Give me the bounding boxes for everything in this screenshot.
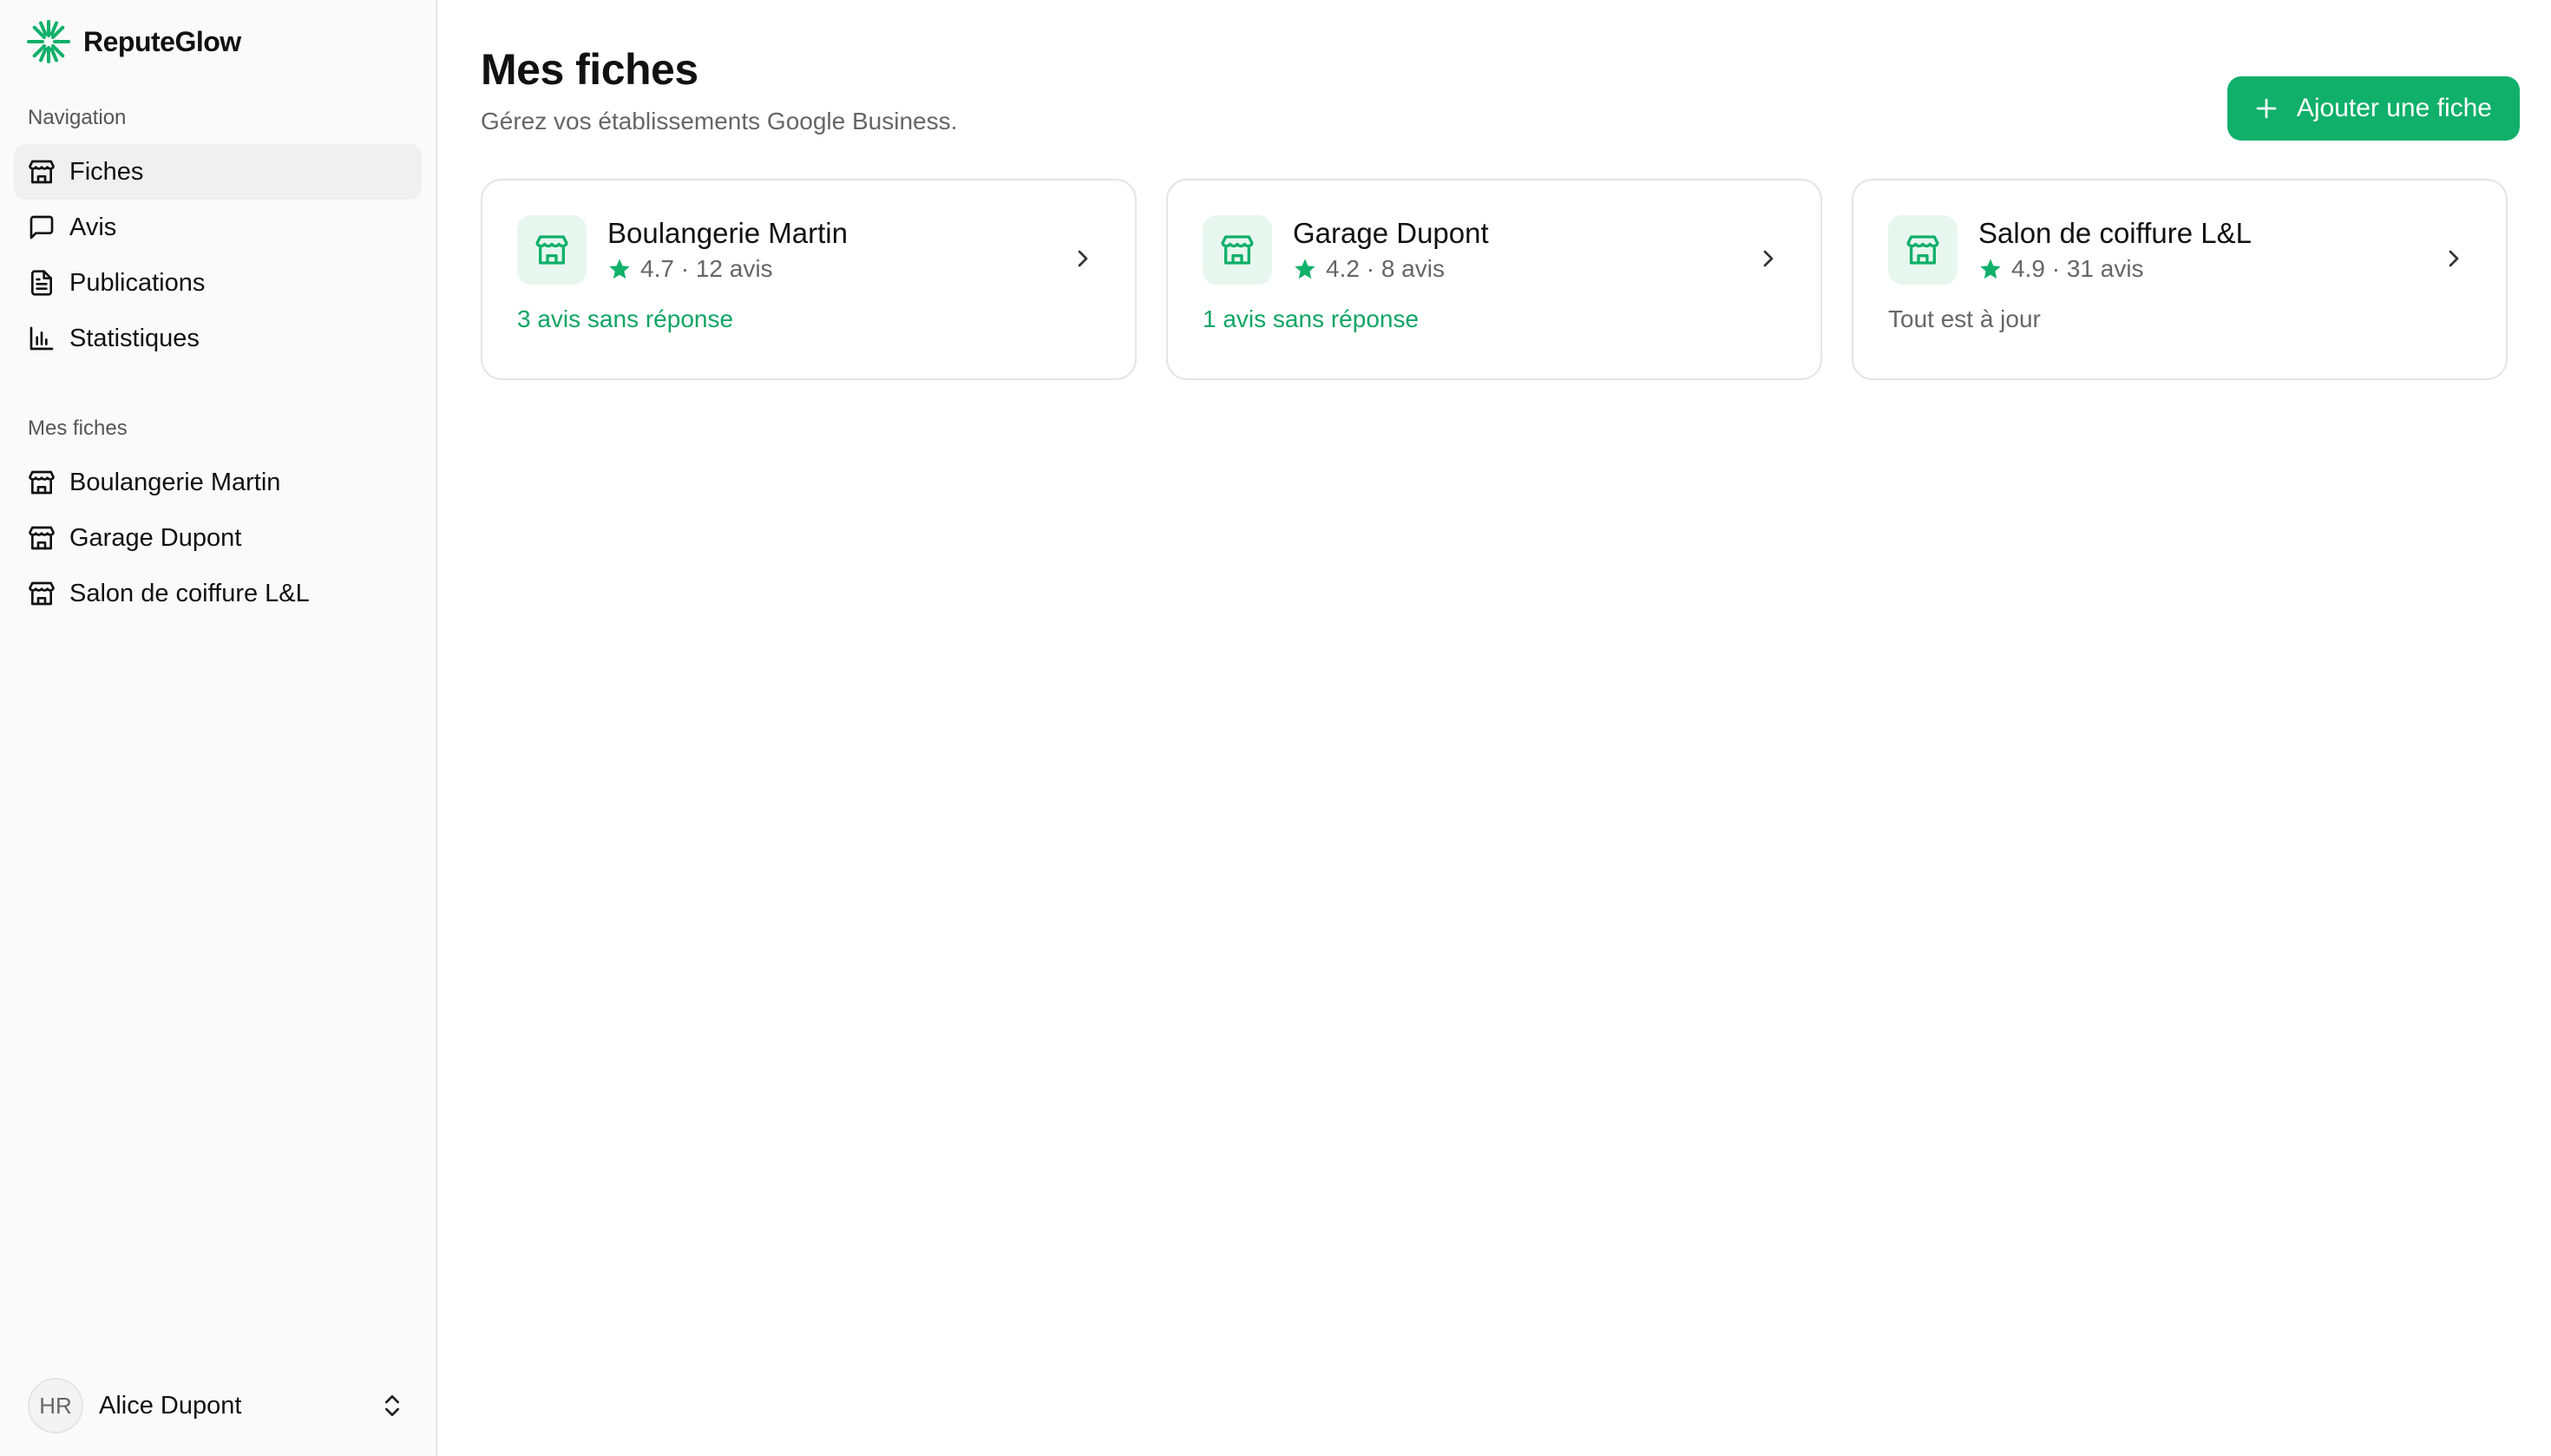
- sidebar-item-boulangerie-martin[interactable]: Boulangerie Martin: [14, 455, 422, 510]
- chevron-right-icon: [1078, 250, 1088, 267]
- fiche-review-count: 12 avis: [695, 255, 773, 282]
- brand-name: ReputeGlow: [83, 25, 241, 57]
- sidebar-item-label: Boulangerie Martin: [69, 468, 281, 496]
- page-subtitle: Gérez vos établissements Google Business…: [481, 108, 958, 134]
- brand[interactable]: ReputeGlow: [14, 20, 422, 63]
- fiche-status: Tout est à jour: [1888, 305, 2041, 332]
- store-icon: [517, 215, 587, 285]
- main-nav: Fiches Avis Publications Statistiques: [14, 144, 422, 366]
- store-icon: [28, 158, 56, 186]
- chevron-right-icon: [1763, 250, 1774, 267]
- fiche-card[interactable]: Garage Dupont 4.2 · 8 avis 1 avis sans r…: [1166, 179, 1822, 380]
- star-icon: [609, 259, 630, 279]
- fiche-rating: 4.2: [1326, 255, 1360, 282]
- sidebar-item-label: Publications: [69, 268, 206, 297]
- fiche-review-count: 31 avis: [2066, 255, 2144, 282]
- sidebar-item-statistiques[interactable]: Statistiques: [14, 311, 422, 366]
- sidebar-item-label: Garage Dupont: [69, 523, 242, 552]
- file-text-icon: [28, 269, 56, 297]
- sidebar-item-label: Avis: [69, 213, 117, 241]
- store-icon: [1888, 215, 1958, 285]
- sidebar-item-avis[interactable]: Avis: [14, 200, 422, 255]
- meta-separator: ·: [2051, 255, 2061, 282]
- fiche-meta: 4.9 · 31 avis: [1978, 255, 2252, 283]
- fiche-meta: 4.2 · 8 avis: [1293, 255, 1489, 283]
- burst-logo-icon: [27, 20, 70, 63]
- star-icon: [1295, 259, 1315, 279]
- fiche-rating: 4.7: [640, 255, 674, 282]
- avatar: HR: [28, 1378, 83, 1433]
- page-title: Mes fiches: [481, 45, 698, 94]
- sidebar-item-garage-dupont[interactable]: Garage Dupont: [14, 510, 422, 566]
- navigation-section-label: Navigation: [28, 106, 127, 129]
- store-icon: [28, 580, 56, 607]
- sidebar-item-salon-de-coiffure[interactable]: Salon de coiffure L&L: [14, 566, 422, 621]
- user-menu[interactable]: HR Alice Dupont: [14, 1376, 422, 1435]
- store-icon: [1203, 215, 1272, 285]
- fiche-status: 3 avis sans réponse: [517, 305, 734, 332]
- store-icon: [28, 469, 56, 496]
- fiche-card[interactable]: Boulangerie Martin 4.7 · 12 avis 3 avis …: [481, 179, 1137, 380]
- store-icon: [28, 524, 56, 552]
- add-fiche-label: Ajouter une fiche: [2296, 94, 2492, 122]
- sidebar-item-label: Statistiques: [69, 324, 200, 352]
- fiche-card[interactable]: Salon de coiffure L&L 4.9 · 31 avis Tout…: [1852, 179, 2508, 380]
- fiche-name: Boulangerie Martin: [607, 217, 848, 249]
- fiches-grid: Boulangerie Martin 4.7 · 12 avis 3 avis …: [481, 179, 2508, 380]
- bar-chart-icon: [28, 325, 56, 352]
- sidebar-item-publications[interactable]: Publications: [14, 255, 422, 311]
- message-square-icon: [28, 213, 56, 241]
- meta-separator: ·: [1366, 255, 1375, 282]
- fiches-nav: Boulangerie Martin Garage Dupont Salon d…: [14, 455, 422, 621]
- sidebar-item-fiches[interactable]: Fiches: [14, 144, 422, 200]
- chevrons-up-down-icon: [385, 1395, 399, 1416]
- fiche-review-count: 8 avis: [1380, 255, 1445, 282]
- app: ReputeGlow Navigation Fiches Avis Public…: [0, 0, 2551, 1456]
- add-fiche-button[interactable]: Ajouter une fiche: [2226, 76, 2520, 141]
- sidebar-item-label: Salon de coiffure L&L: [69, 579, 310, 607]
- main-content: Mes fiches Gérez vos établissements Goog…: [437, 0, 2551, 1456]
- fiches-section-label: Mes fiches: [28, 416, 128, 440]
- chevron-right-icon: [2449, 250, 2459, 267]
- meta-separator: ·: [680, 255, 690, 282]
- sidebar-item-label: Fiches: [69, 157, 144, 186]
- fiche-meta: 4.7 · 12 avis: [607, 255, 848, 283]
- plus-icon: [2256, 98, 2277, 119]
- fiche-rating: 4.9: [2011, 255, 2045, 282]
- user-name: Alice Dupont: [99, 1391, 242, 1420]
- sidebar: ReputeGlow Navigation Fiches Avis Public…: [0, 0, 437, 1456]
- fiche-name: Garage Dupont: [1293, 217, 1489, 249]
- fiche-name: Salon de coiffure L&L: [1978, 217, 2252, 249]
- star-icon: [1980, 259, 2001, 279]
- fiche-status: 1 avis sans réponse: [1203, 305, 1420, 332]
